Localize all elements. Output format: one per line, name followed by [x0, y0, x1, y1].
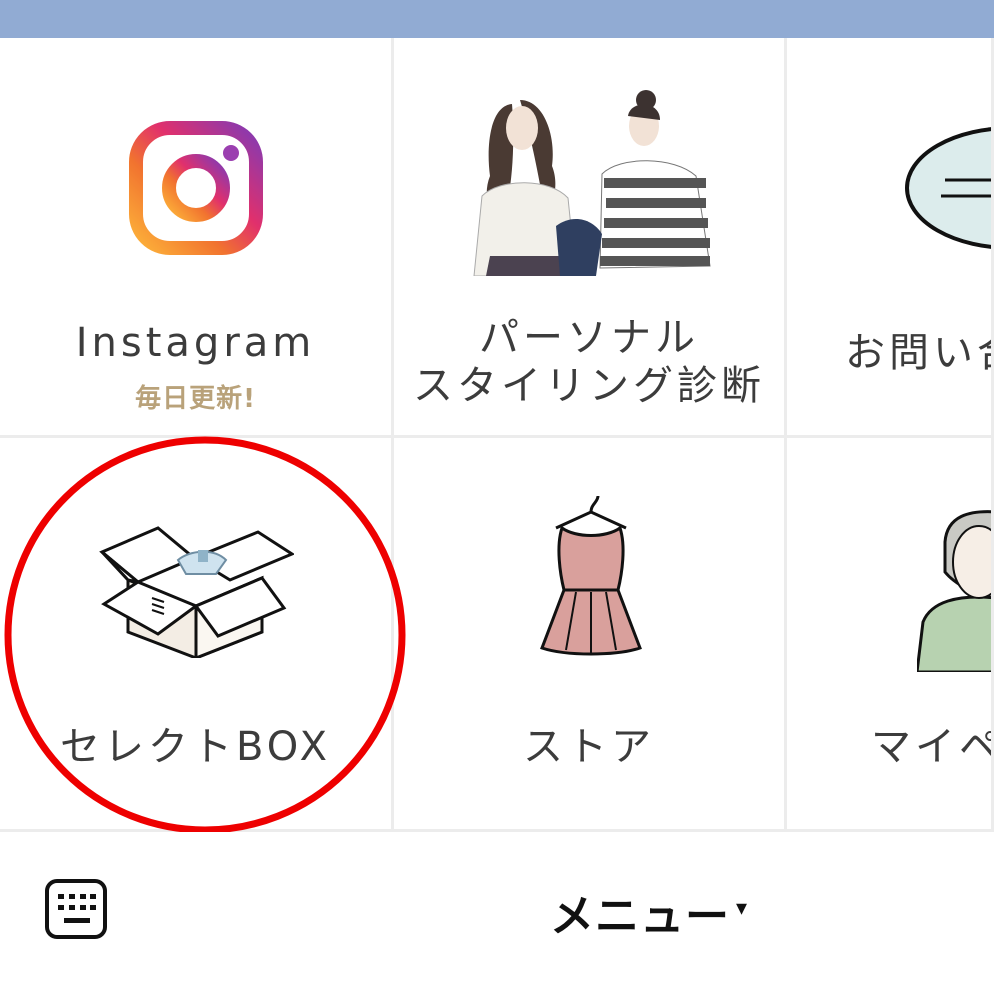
menu-item-contact[interactable]: お問い合: [787, 38, 994, 438]
menu-item-label: パーソナル スタイリング診断: [394, 314, 784, 410]
stylists-illustration: [473, 90, 711, 276]
menu-item-instagram[interactable]: Instagram 毎日更新!: [0, 38, 394, 438]
menu-item-label: ストア: [523, 724, 655, 770]
chat-bubble-icon: [905, 127, 991, 249]
instagram-icon: [129, 121, 263, 255]
label-line-1: パーソナル: [479, 315, 699, 361]
menu-caret-icon[interactable]: ▾: [736, 896, 747, 921]
header-bar: [0, 0, 994, 38]
dress-on-hanger-icon: [540, 495, 642, 656]
menu-item-select-box[interactable]: セレクトBOX: [0, 438, 394, 832]
menu-item-label: Instagram: [75, 320, 316, 366]
keyboard-icon[interactable]: [44, 878, 108, 940]
menu-item-my-page[interactable]: マイペ: [787, 438, 994, 832]
bottom-bar: [0, 832, 994, 994]
rich-menu-grid: Instagram 毎日更新! パーソナル スタイリング診断 お問い セレクトB…: [0, 38, 994, 832]
label-line-2: スタイリング診断: [413, 363, 765, 409]
menu-item-label: セレクトBOX: [59, 724, 332, 770]
daily-update-badge: 毎日更新!: [135, 384, 256, 414]
menu-item-label: マイペ: [871, 724, 994, 770]
menu-toggle-label[interactable]: メニュー: [550, 880, 730, 944]
menu-item-label: お問い合: [845, 330, 991, 376]
menu-item-store[interactable]: ストア: [394, 438, 787, 832]
open-box-icon: [99, 526, 294, 658]
menu-item-personal-styling[interactable]: パーソナル スタイリング診断: [394, 38, 787, 438]
person-avatar-icon: [917, 510, 991, 672]
